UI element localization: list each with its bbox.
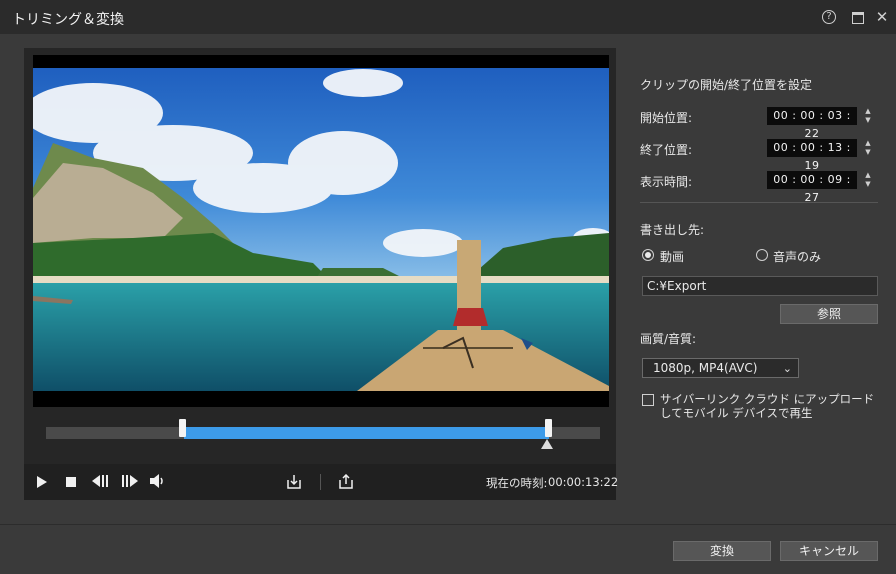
- quality-select[interactable]: 1080p, MP4(AVC) ⌄: [642, 358, 799, 378]
- stop-button[interactable]: [66, 474, 76, 490]
- playhead-marker[interactable]: [541, 439, 553, 449]
- browse-button[interactable]: 参照: [780, 304, 878, 324]
- footer-divider: [0, 524, 896, 525]
- title-bar: トリミング＆変換 ? ✕: [0, 0, 896, 34]
- quality-label: 画質/音質:: [640, 332, 697, 346]
- upload-checkbox-label: サイバーリンク クラウド にアップロードしてモバイル デバイスで再生: [660, 392, 875, 420]
- maximize-icon[interactable]: [850, 9, 866, 25]
- section-divider: [640, 202, 878, 203]
- end-position-label: 終了位置:: [640, 143, 693, 157]
- window-title: トリミング＆変換: [12, 12, 124, 28]
- quality-selected-value: 1080p, MP4(AVC): [653, 361, 758, 375]
- end-position-field[interactable]: 00 : 00 : 13 : 19: [767, 139, 857, 172]
- prev-frame-icon: [92, 475, 108, 487]
- upload-checkbox[interactable]: [642, 394, 654, 406]
- duration-spinner[interactable]: ▲ ▼: [860, 171, 876, 189]
- convert-button[interactable]: 変換: [673, 541, 771, 561]
- radio-audio-only-label: 音声のみ: [773, 250, 822, 264]
- duration-label: 表示時間:: [640, 175, 693, 189]
- control-separator: [320, 474, 321, 490]
- duration-field[interactable]: 00 : 00 : 09 : 27: [767, 171, 857, 204]
- current-time-label: 現在の時刻:: [486, 476, 548, 490]
- stop-icon: [66, 477, 76, 487]
- volume-button[interactable]: [150, 474, 166, 490]
- start-position-spinner[interactable]: ▲ ▼: [860, 107, 876, 125]
- mark-out-icon: [339, 473, 353, 489]
- radio-video[interactable]: [642, 249, 654, 261]
- next-frame-button[interactable]: [120, 474, 138, 490]
- cancel-button[interactable]: キャンセル: [780, 541, 878, 561]
- prev-frame-button[interactable]: [92, 474, 110, 490]
- play-button[interactable]: [37, 474, 47, 490]
- letterbox-bottom: [33, 391, 609, 407]
- help-icon[interactable]: ?: [822, 10, 836, 24]
- play-icon: [37, 476, 47, 488]
- export-path-input[interactable]: [642, 276, 878, 296]
- start-position-field[interactable]: 00 : 00 : 03 : 22: [767, 107, 857, 140]
- clip-settings-heading: クリップの開始/終了位置を設定: [640, 78, 813, 92]
- trim-range: [184, 427, 549, 439]
- radio-video-label: 動画: [660, 250, 685, 264]
- export-heading: 書き出し先:: [640, 223, 705, 237]
- letterbox-top: [33, 55, 609, 68]
- mark-out-button[interactable]: [338, 473, 354, 490]
- mark-in-icon: [287, 475, 301, 489]
- video-preview: [33, 68, 609, 391]
- trim-end-handle[interactable]: [545, 419, 552, 437]
- next-frame-icon: [122, 475, 138, 487]
- current-time-value: 00:00:13:22: [548, 475, 619, 489]
- radio-audio-only[interactable]: [756, 249, 768, 261]
- end-position-spinner[interactable]: ▲ ▼: [860, 139, 876, 157]
- dropdown-arrow-icon: ⌄: [782, 362, 792, 375]
- mark-in-button[interactable]: [286, 474, 302, 490]
- start-position-label: 開始位置:: [640, 111, 693, 125]
- close-icon[interactable]: ✕: [874, 9, 890, 25]
- volume-icon: [150, 474, 163, 488]
- trim-start-handle[interactable]: [179, 419, 186, 437]
